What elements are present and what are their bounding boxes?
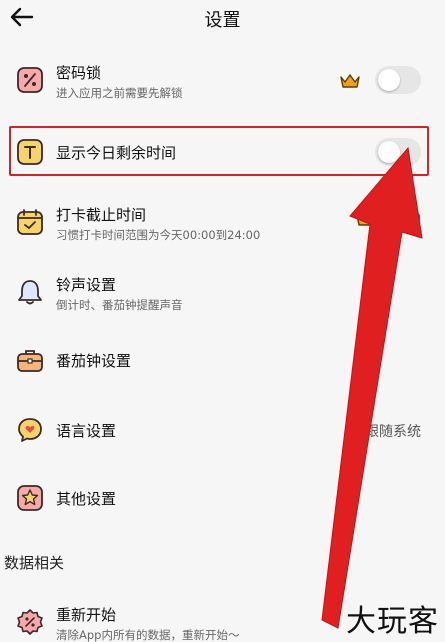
language-value: 跟随系统 xyxy=(365,424,421,440)
setting-title: 其他设置 xyxy=(56,490,117,508)
setting-title: 显示今日剩余时间 xyxy=(56,144,177,162)
vip-crown-icon xyxy=(356,212,376,226)
header: 设置 xyxy=(0,0,445,38)
bell-icon xyxy=(18,280,42,305)
setting-other[interactable]: 其他设置 xyxy=(0,466,445,530)
toolbox-icon xyxy=(17,350,43,372)
show-remaining-toggle[interactable] xyxy=(375,138,421,166)
password-lock-icon xyxy=(17,67,43,93)
setting-subtitle: 进入应用之前需要先解锁 xyxy=(56,86,183,100)
password-lock-toggle[interactable] xyxy=(375,66,421,94)
deadline-value: 00:00 xyxy=(380,211,421,227)
setting-title: 打卡截止时间 xyxy=(56,206,147,224)
heart-chat-icon xyxy=(18,418,42,442)
toggle-knob xyxy=(378,141,400,163)
toggle-knob xyxy=(378,69,400,91)
setting-pomodoro[interactable]: 番茄钟设置 xyxy=(0,328,445,392)
setting-ringtone[interactable]: 铃声设置 倒计时、番茄钟提醒声音 xyxy=(0,260,445,324)
setting-subtitle: 清除App内所有的数据，重新开始～ xyxy=(56,628,240,642)
setting-password-lock[interactable]: 密码锁 进入应用之前需要先解锁 xyxy=(0,48,445,112)
watermark: 大玩客 xyxy=(346,604,439,639)
badge-percent-icon xyxy=(17,609,43,635)
setting-title: 密码锁 xyxy=(56,64,102,82)
setting-title: 语言设置 xyxy=(56,422,117,440)
setting-subtitle: 习惯打卡时间范围为今天00:00到24:00 xyxy=(56,228,261,242)
calendar-check-icon xyxy=(17,209,43,235)
setting-title: 番茄钟设置 xyxy=(56,352,132,370)
setting-language[interactable]: 语言设置 跟随系统 xyxy=(0,398,445,462)
star-square-icon xyxy=(17,485,43,511)
section-header-data: 数据相关 xyxy=(4,554,65,572)
setting-show-remaining-time[interactable]: 显示今日剩余时间 xyxy=(0,120,445,184)
vip-crown-icon xyxy=(340,74,360,88)
setting-title: 重新开始 xyxy=(56,606,117,624)
page-title: 设置 xyxy=(204,10,241,31)
text-t-icon xyxy=(17,139,43,165)
setting-title: 铃声设置 xyxy=(56,276,117,294)
setting-checkin-deadline[interactable]: 打卡截止时间 习惯打卡时间范围为今天00:00到24:00 00:00 xyxy=(0,190,445,254)
setting-subtitle: 倒计时、番茄钟提醒声音 xyxy=(56,298,183,312)
